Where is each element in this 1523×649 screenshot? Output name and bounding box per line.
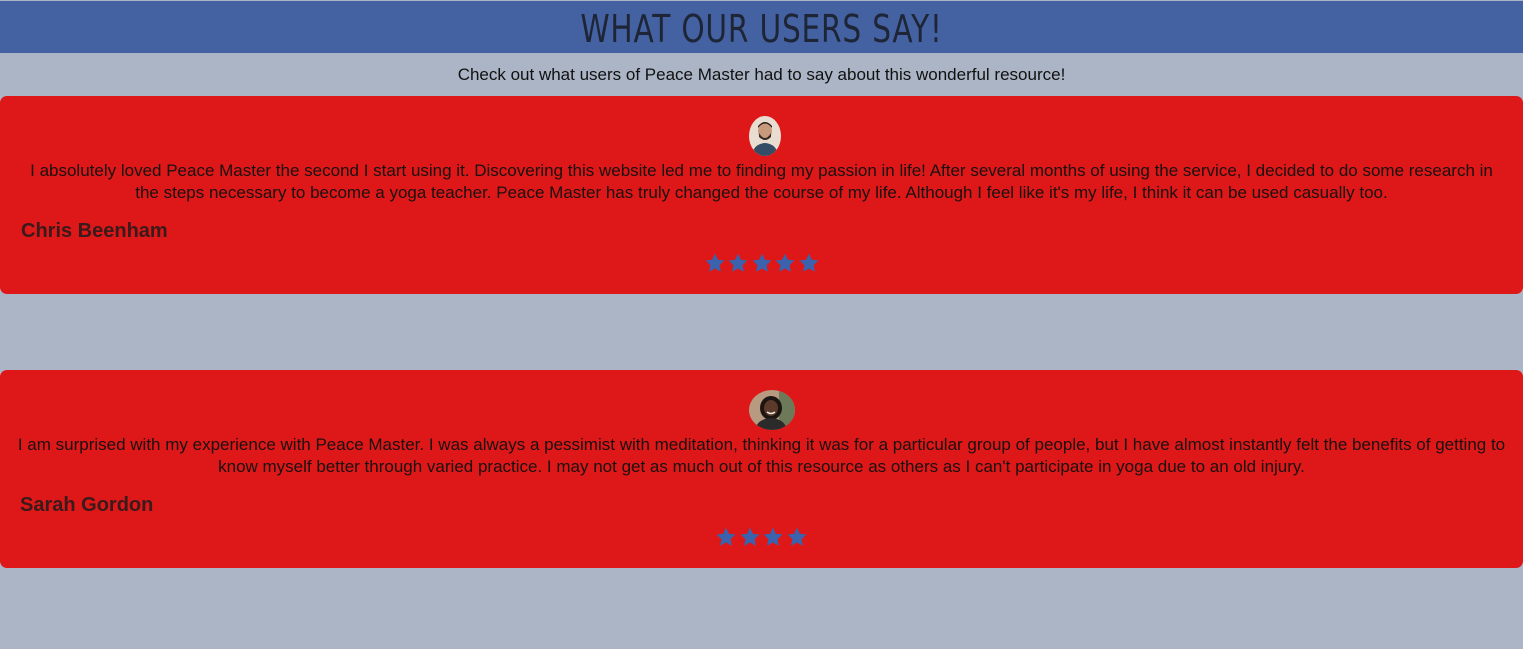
page-title: WHAT OUR USERS SAY!	[580, 7, 943, 51]
testimonial-author: Sarah Gordon	[20, 494, 154, 516]
intro-text: Check out what users of Peace Master had…	[457, 65, 1066, 84]
testimonial-quote: I absolutely loved Peace Master the seco…	[30, 161, 1493, 202]
star-icon	[762, 526, 786, 548]
page-header: WHAT OUR USERS SAY!	[0, 1, 1523, 53]
testimonial-quote: I am surprised with my experience with P…	[17, 435, 1506, 476]
star-icon	[797, 252, 821, 274]
testimonial-card: I am surprised with my experience with P…	[0, 370, 1523, 568]
star-icon	[750, 252, 774, 274]
star-icon	[773, 252, 797, 274]
star-icon	[726, 252, 750, 274]
testimonial-author: Chris Beenham	[21, 220, 168, 242]
avatar	[748, 390, 795, 430]
user-avatar-male-icon	[748, 116, 781, 156]
star-rating	[0, 526, 1523, 548]
star-icon	[738, 526, 762, 548]
user-avatar-female-icon	[748, 390, 795, 430]
star-rating	[0, 252, 1523, 274]
avatar	[748, 116, 781, 156]
star-icon	[715, 526, 739, 548]
star-icon	[703, 252, 727, 274]
star-icon	[785, 526, 809, 548]
testimonial-card: I absolutely loved Peace Master the seco…	[0, 96, 1523, 294]
